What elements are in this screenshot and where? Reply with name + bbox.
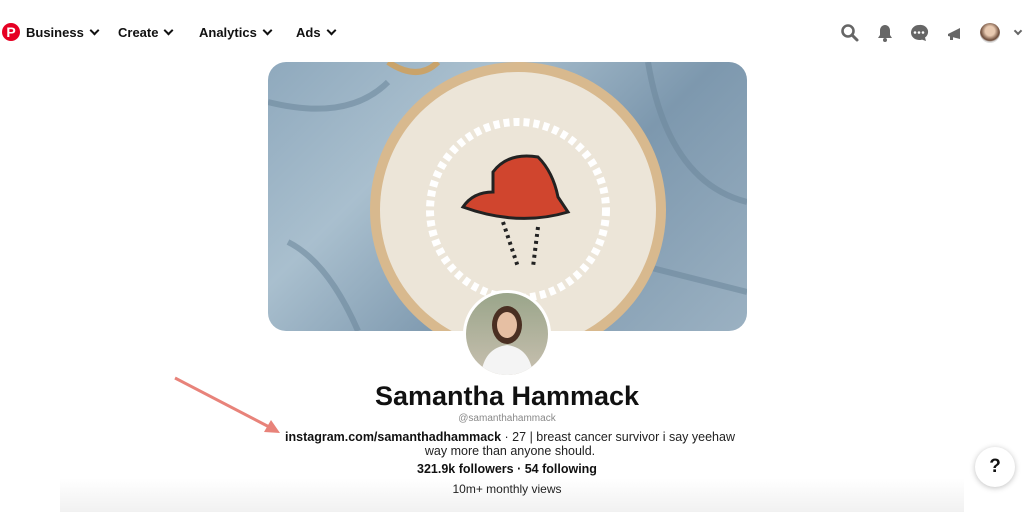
chevron-down-icon [89,25,100,36]
profile-bio: instagram.com/samanthadhammack · 27 | br… [280,430,740,458]
profile-handle: @samanthahammack [458,413,556,424]
bell-icon[interactable] [875,23,895,43]
chevron-down-icon [262,25,273,36]
megaphone-icon[interactable] [945,23,965,43]
profile-name: Samantha Hammack [374,381,640,411]
website-link[interactable]: instagram.com/samanthadhammack [285,430,501,444]
nav-label: Ads [296,25,321,40]
profile-photo [481,306,533,375]
pinterest-logo[interactable]: P [2,23,20,41]
messages-icon[interactable] [909,23,929,43]
help-button[interactable]: ? [975,447,1015,487]
nav-business[interactable]: Business [26,25,100,40]
nav-label: Analytics [199,25,257,40]
chevron-down-icon [164,25,174,36]
profile-avatar[interactable] [463,290,551,378]
nav-label: Create [118,25,159,40]
monthly-views: 10m+ monthly views [452,482,562,496]
chevron-down-icon[interactable] [1013,26,1023,36]
nav-create[interactable]: Create [118,25,174,40]
nav-label: Business [26,25,84,40]
top-nav: P Business Create Analytics Ads [0,20,1024,46]
nav-ads[interactable]: Ads [296,25,337,40]
follow-stats[interactable]: 321.9k followers · 54 following [0,462,1014,476]
nav-analytics[interactable]: Analytics [199,25,273,40]
chevron-down-icon [326,25,337,36]
search-icon[interactable] [840,23,860,43]
avatar[interactable] [980,23,1000,43]
